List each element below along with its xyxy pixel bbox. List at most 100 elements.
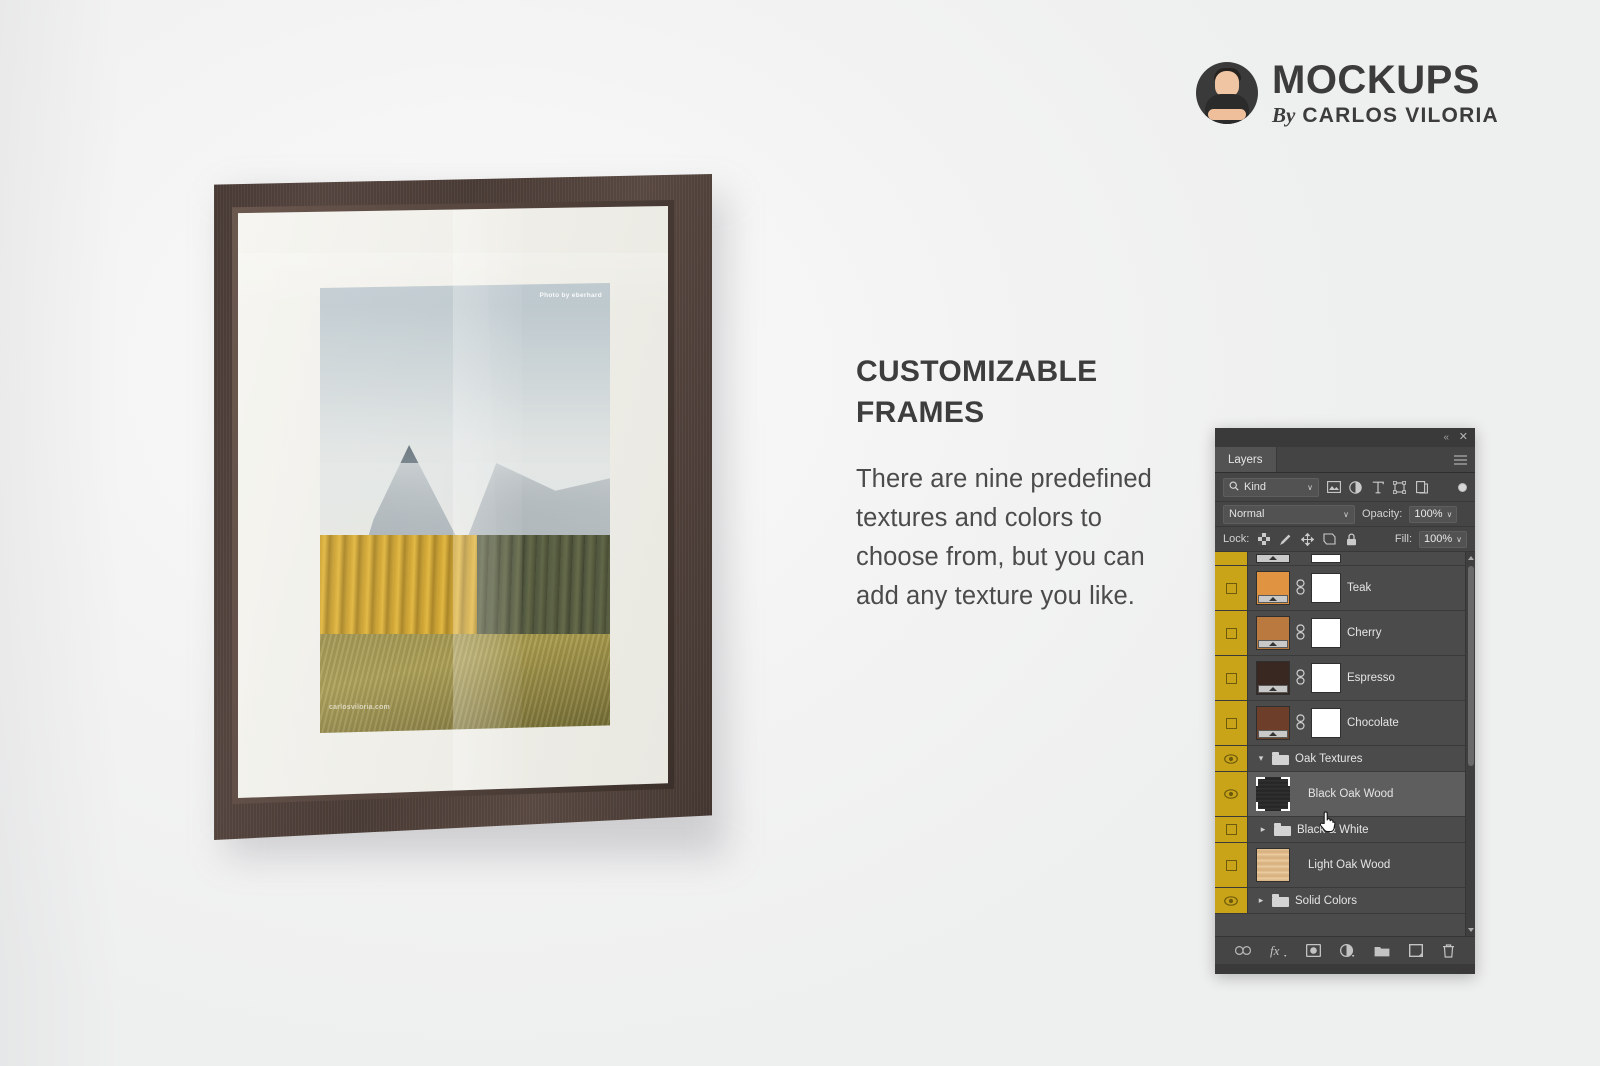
table-row-group-black-and-white[interactable]: ▸ Black & White: [1215, 817, 1475, 843]
folder-icon: [1272, 894, 1289, 907]
visibility-toggle[interactable]: [1215, 843, 1248, 887]
layer-name: Light Oak Wood: [1308, 859, 1391, 871]
collapse-panel-icon[interactable]: «: [1443, 431, 1449, 444]
link-icon[interactable]: [1296, 713, 1305, 733]
visibility-toggle[interactable]: [1215, 552, 1248, 565]
layer-mask-thumbnail[interactable]: [1311, 618, 1341, 648]
adjustment-layer-filter-icon[interactable]: [1348, 480, 1363, 495]
table-row[interactable]: Chocolate: [1215, 701, 1475, 746]
selected-thumbnail-brackets: [1256, 777, 1290, 811]
lock-artboard-nesting-icon[interactable]: [1322, 532, 1337, 547]
chevron-down-icon[interactable]: ▾: [1256, 753, 1266, 764]
folder-icon: [1272, 752, 1289, 765]
layer-name: Black Oak Wood: [1308, 788, 1394, 800]
table-row[interactable]: [1215, 552, 1475, 566]
filter-kind-select[interactable]: Kind ∨: [1223, 477, 1319, 497]
folder-icon: [1274, 823, 1291, 836]
layer-mask-thumbnail[interactable]: [1311, 554, 1341, 563]
table-row[interactable]: Espresso: [1215, 656, 1475, 701]
link-icon[interactable]: [1296, 623, 1305, 643]
visibility-toggle[interactable]: [1215, 888, 1248, 913]
layer-mask-thumbnail[interactable]: [1311, 708, 1341, 738]
add-layer-mask-icon[interactable]: [1306, 944, 1321, 957]
lock-position-icon[interactable]: [1300, 532, 1315, 547]
chevron-down-icon: ∨: [1446, 509, 1453, 519]
visibility-toggle[interactable]: [1215, 566, 1248, 610]
layer-thumbnail[interactable]: [1256, 616, 1290, 650]
visibility-toggle[interactable]: [1215, 746, 1248, 771]
smart-object-filter-icon[interactable]: [1414, 480, 1429, 495]
layers-scrollbar[interactable]: [1465, 552, 1475, 936]
scroll-up-arrow-icon[interactable]: [1468, 556, 1474, 560]
person-avatar-icon: [1196, 62, 1258, 124]
photoshop-layers-panel[interactable]: « ✕ Layers Kind ∨ Normal ∨ Opacity: 100%…: [1215, 428, 1475, 974]
eye-visible-icon: [1224, 753, 1238, 764]
fill-input[interactable]: 100% ∨: [1419, 530, 1467, 548]
lock-label: Lock:: [1223, 533, 1250, 545]
table-row[interactable]: Light Oak Wood: [1215, 843, 1475, 888]
table-row[interactable]: Teak: [1215, 566, 1475, 611]
panel-tabbar: Layers: [1215, 447, 1475, 473]
blend-opacity-row: Normal ∨ Opacity: 100% ∨: [1215, 502, 1475, 527]
scroll-down-arrow-icon[interactable]: [1468, 928, 1474, 932]
close-icon[interactable]: ✕: [1459, 430, 1468, 444]
tab-layers[interactable]: Layers: [1215, 447, 1277, 472]
layer-thumbnail[interactable]: [1256, 777, 1290, 811]
shape-layer-filter-icon[interactable]: [1392, 480, 1407, 495]
eye-hidden-icon: [1225, 672, 1237, 684]
lock-row: Lock: Fill: 100% ∨: [1215, 527, 1475, 552]
new-group-icon[interactable]: [1374, 945, 1390, 957]
chevron-down-icon: ∨: [1456, 534, 1462, 544]
panel-menu-icon[interactable]: [1454, 455, 1467, 464]
brand-author: CARLOS VILORIA: [1302, 104, 1499, 127]
layers-list[interactable]: Teak Cherry Espresso Chocolate ▾ Oak Tex…: [1215, 552, 1475, 936]
layer-thumbnail[interactable]: [1256, 661, 1290, 695]
eye-hidden-icon: [1225, 824, 1237, 835]
opacity-input[interactable]: 100% ∨: [1409, 505, 1458, 523]
table-row-group-solid-colors[interactable]: ▸ Solid Colors: [1215, 888, 1475, 914]
lock-transparent-pixels-icon[interactable]: [1256, 532, 1271, 547]
layer-thumbnail[interactable]: [1256, 848, 1290, 882]
brand-logo: MOCKUPS By CARLOS VILORIA: [1196, 60, 1499, 126]
fill-value: 100%: [1424, 533, 1453, 545]
layer-thumbnail[interactable]: [1256, 571, 1290, 605]
eye-hidden-icon: [1225, 859, 1237, 871]
table-row-selected[interactable]: Black Oak Wood: [1215, 772, 1475, 817]
copy-block: CUSTOMIZABLE FRAMES There are nine prede…: [856, 352, 1156, 616]
filter-toggle-switch[interactable]: [1458, 482, 1467, 492]
svg-text:fx: fx: [1270, 944, 1280, 958]
blend-mode-value: Normal: [1229, 508, 1265, 520]
layer-thumbnail[interactable]: [1256, 554, 1290, 563]
pixel-layer-filter-icon[interactable]: [1326, 480, 1341, 495]
new-layer-icon[interactable]: [1409, 944, 1423, 957]
chevron-right-icon[interactable]: ▸: [1258, 824, 1268, 835]
visibility-toggle[interactable]: [1215, 817, 1248, 842]
chevron-down-icon: ∨: [1307, 482, 1313, 492]
layer-name: Oak Textures: [1295, 752, 1363, 765]
layer-mask-thumbnail[interactable]: [1311, 573, 1341, 603]
visibility-toggle[interactable]: [1215, 656, 1248, 700]
visibility-toggle[interactable]: [1215, 611, 1248, 655]
link-icon[interactable]: [1296, 578, 1305, 598]
lock-image-pixels-icon[interactable]: [1278, 532, 1293, 547]
layer-style-fx-icon[interactable]: fx: [1270, 944, 1287, 958]
layer-name: Espresso: [1347, 672, 1395, 684]
panel-titlebar: « ✕: [1215, 428, 1475, 447]
type-layer-filter-icon[interactable]: [1370, 480, 1385, 495]
layer-thumbnail[interactable]: [1256, 706, 1290, 740]
link-layers-icon[interactable]: [1235, 946, 1251, 955]
new-adjustment-layer-icon[interactable]: [1340, 943, 1355, 958]
visibility-toggle[interactable]: [1215, 701, 1248, 745]
link-icon[interactable]: [1296, 668, 1305, 688]
visibility-toggle[interactable]: [1215, 772, 1248, 816]
lock-all-icon[interactable]: [1344, 532, 1359, 547]
table-row-group-oak-textures[interactable]: ▾ Oak Textures: [1215, 746, 1475, 772]
layer-mask-thumbnail[interactable]: [1311, 663, 1341, 693]
artwork-watermark: carlosviloria.com: [329, 704, 390, 711]
filter-kind-label: Kind: [1244, 481, 1267, 493]
scrollbar-thumb[interactable]: [1468, 566, 1474, 766]
table-row[interactable]: Cherry: [1215, 611, 1475, 656]
delete-layer-icon[interactable]: [1442, 943, 1455, 958]
chevron-right-icon[interactable]: ▸: [1256, 895, 1266, 906]
blend-mode-select[interactable]: Normal ∨: [1223, 504, 1355, 524]
